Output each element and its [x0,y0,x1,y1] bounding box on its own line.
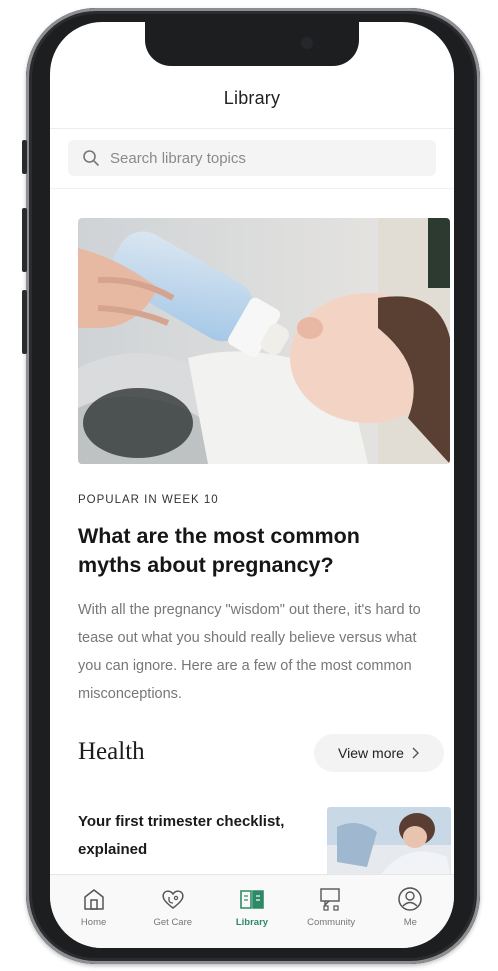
tab-home[interactable]: Home [59,875,129,928]
app-screen: Library Search library topics POPULAR IN… [50,22,454,948]
search-icon [83,150,99,166]
divider [50,188,454,189]
tab-library[interactable]: Library [217,875,287,928]
page-title: Library [223,88,281,108]
notch [145,22,359,66]
tab-label: Me [403,917,417,928]
article-title[interactable]: Your first trimester checklist, explaine… [78,808,318,864]
tab-me[interactable]: Me [375,875,445,928]
view-more-label: View more [338,745,404,761]
divider [50,128,454,129]
tab-label: Get Care [153,917,193,928]
book-icon [240,890,264,909]
view-more-button[interactable]: View more [314,734,444,772]
chevron-right-icon [412,747,419,759]
tab-bar: Home Get Care Library Community Me [50,874,454,948]
featured-article-summary: With all the pregnancy "wisdom" out ther… [78,602,421,702]
article-thumbnail[interactable] [327,807,451,879]
article-kicker: POPULAR IN WEEK 10 [78,494,219,506]
tab-community[interactable]: Community [296,875,366,928]
tab-label: Library [235,917,269,928]
home-icon [83,889,104,910]
section-title: Health [78,738,145,765]
mute-switch [22,140,27,174]
tab-get-care[interactable]: Get Care [138,875,208,928]
volume-down-button [22,290,27,354]
heart-stethoscope-icon [162,890,184,909]
search-input[interactable]: Search library topics [68,140,436,176]
featured-article-image[interactable] [78,218,450,464]
chat-icon [320,888,340,911]
volume-up-button [22,208,27,272]
search-placeholder: Search library topics [110,149,246,167]
featured-article-title[interactable]: What are the most common myths about pre… [78,522,428,580]
tab-label: Community [307,917,356,928]
camera-icon [301,37,313,49]
tab-label: Home [80,917,107,928]
profile-icon [398,887,423,911]
